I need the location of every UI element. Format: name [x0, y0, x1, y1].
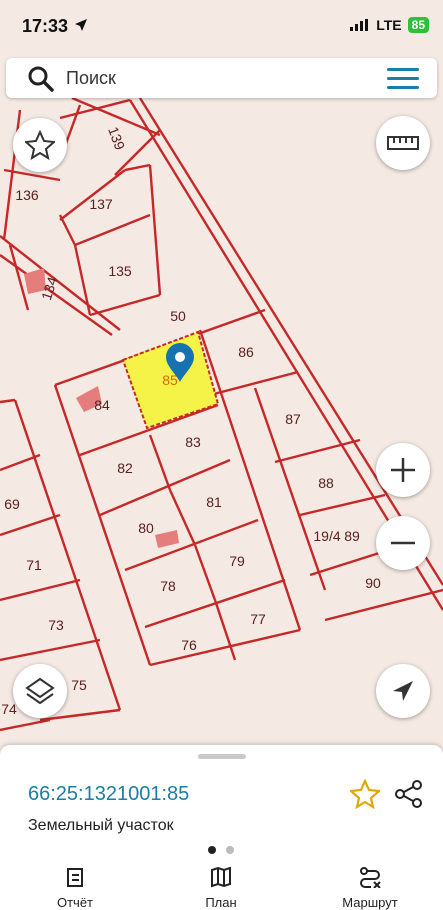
- page-dot-active: [208, 846, 216, 854]
- plus-icon: [391, 458, 415, 482]
- parcel-label: 83: [185, 434, 201, 450]
- parcel-label: 89: [344, 528, 360, 544]
- parcel-label: 19/4: [313, 528, 340, 544]
- search-icon[interactable]: [28, 66, 54, 92]
- minus-icon: [391, 541, 415, 545]
- map-icon: [211, 866, 231, 888]
- parcel-label: 136: [15, 187, 39, 203]
- tab-plan[interactable]: План: [186, 866, 256, 910]
- parcel-label: 73: [48, 617, 64, 633]
- share-icon[interactable]: [394, 779, 424, 809]
- parcel-type: Земельный участок: [28, 817, 174, 834]
- my-location-button[interactable]: [376, 664, 430, 718]
- parcel-label: 69: [4, 496, 20, 512]
- layers-icon: [25, 677, 55, 705]
- ruler-button[interactable]: [376, 116, 430, 170]
- layers-button[interactable]: [13, 664, 67, 718]
- parcel-label: 78: [160, 578, 176, 594]
- parcel-label: 80: [138, 520, 154, 536]
- page-dot: [226, 846, 234, 854]
- parcel-label: 82: [117, 460, 133, 476]
- parcel-label: 79: [229, 553, 245, 569]
- parcel-label: 76: [181, 637, 197, 653]
- parcel-label: 50: [170, 308, 186, 324]
- search-bar[interactable]: Поиск: [6, 58, 437, 98]
- search-input[interactable]: Поиск: [66, 68, 116, 89]
- route-icon: [360, 867, 381, 889]
- clock: 17:33: [22, 16, 69, 36]
- parcel-label: 77: [250, 611, 266, 627]
- hamburger-icon: [387, 68, 419, 71]
- navigation-arrow-icon: [393, 681, 413, 701]
- tab-report[interactable]: Отчёт: [40, 866, 110, 910]
- sheet-grabber[interactable]: [198, 754, 246, 759]
- ruler-icon: [387, 136, 419, 150]
- parcel-label: 86: [238, 344, 254, 360]
- tab-label: Маршрут: [342, 895, 398, 910]
- battery-indicator: 85: [407, 17, 429, 33]
- parcel-label: 75: [71, 677, 87, 693]
- tab-label: План: [205, 895, 237, 910]
- parcel-label: 84: [94, 397, 110, 413]
- parcel-label: 81: [206, 494, 222, 510]
- parcel-label: 87: [285, 411, 301, 427]
- favorite-star-icon[interactable]: [350, 779, 380, 809]
- parcel-label: 135: [108, 263, 132, 279]
- parcel-label: 137: [89, 196, 113, 212]
- menu-button[interactable]: [387, 68, 419, 90]
- status-bar: 17:33 LTE 85: [0, 0, 443, 52]
- network-type: LTE: [376, 17, 402, 33]
- zoom-in-button[interactable]: [376, 443, 430, 497]
- bottom-tab-bar: Отчёт План Маршрут: [0, 866, 443, 910]
- star-outline-icon: [25, 130, 55, 160]
- parcel-label: 90: [365, 575, 381, 591]
- parcel-label: 88: [318, 475, 334, 491]
- signal-icon: [350, 19, 369, 31]
- tab-route[interactable]: Маршрут: [325, 866, 415, 910]
- tab-label: Отчёт: [56, 895, 94, 910]
- report-icon: [67, 868, 83, 887]
- favorites-button[interactable]: [13, 118, 67, 172]
- cadastral-map[interactable]: 139 136 137 134 135 50 86 85 84 83 87 82…: [0, 0, 443, 745]
- parcel-label: 71: [26, 557, 42, 573]
- cadastral-number: 66:25:1321001:85: [28, 783, 190, 805]
- location-arrow-icon: [75, 19, 87, 31]
- zoom-out-button[interactable]: [376, 516, 430, 570]
- page-indicator: [208, 846, 234, 854]
- parcel-label: 74: [1, 701, 17, 717]
